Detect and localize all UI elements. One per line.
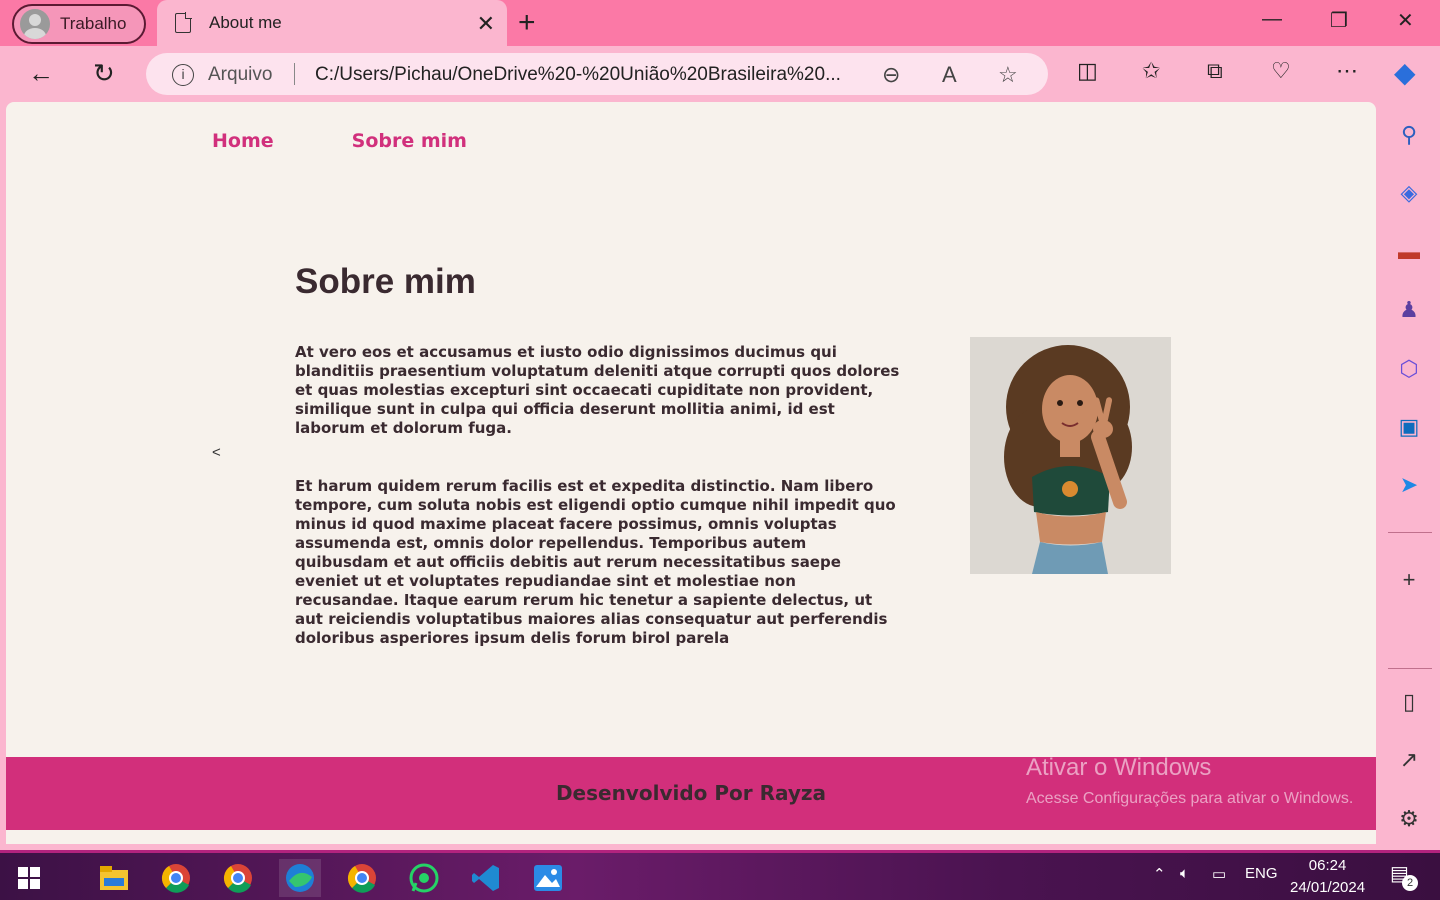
watermark-title: Ativar o Windows — [1026, 754, 1212, 781]
refresh-button[interactable]: ↻ — [93, 58, 115, 89]
sidebar-divider — [1388, 668, 1432, 669]
address-url[interactable]: C:/Users/Pichau/OneDrive%20-%20União%20B… — [315, 64, 841, 86]
whatsapp-icon[interactable] — [403, 859, 445, 897]
tab-title: About me — [209, 13, 282, 32]
tools-briefcase-icon[interactable]: ▬ — [1394, 237, 1424, 267]
chrome-profile-2-icon[interactable] — [341, 859, 383, 897]
windows-activation-watermark: Ativar o Windows Acesse Configurações pa… — [1026, 754, 1353, 808]
microsoft365-icon[interactable]: ⬡ — [1394, 354, 1424, 384]
info-icon[interactable]: i — [172, 64, 194, 86]
browser-toolbar: ← ↻ i Arquivo C:/Users/Pichau/OneDrive%2… — [0, 46, 1440, 102]
favorite-star-icon[interactable]: ☆ — [998, 62, 1018, 88]
drop-send-icon[interactable]: ➤ — [1394, 470, 1424, 500]
games-icon[interactable]: ♟ — [1394, 295, 1424, 325]
read-aloud-icon[interactable]: A — [942, 62, 957, 88]
more-options-icon[interactable]: ⋯ — [1336, 58, 1358, 84]
restore-button[interactable]: ❐ — [1330, 8, 1348, 33]
address-separator — [294, 63, 295, 85]
title-bar: Trabalho About me ✕ + — ❐ ✕ — [0, 0, 1440, 46]
volume-icon[interactable]: 🔈︎ — [1180, 865, 1189, 882]
shopping-tag-icon[interactable]: ◈ — [1394, 178, 1424, 208]
close-tab-icon[interactable]: ✕ — [477, 11, 495, 37]
browser-essentials-icon[interactable]: ♡ — [1271, 58, 1291, 84]
sidebar-settings-icon[interactable]: ⚙ — [1394, 804, 1424, 834]
page-title: Sobre mim — [295, 262, 476, 301]
profile-illustration — [970, 337, 1171, 574]
copilot-icon[interactable]: ◆ — [1394, 56, 1416, 89]
address-bar[interactable]: i Arquivo C:/Users/Pichau/OneDrive%20-%2… — [146, 53, 1048, 95]
sidebar-divider — [1388, 532, 1432, 533]
zoom-out-icon[interactable]: ⊖ — [882, 62, 900, 88]
edge-taskbar-icon[interactable] — [279, 859, 321, 897]
hide-sidebar-icon[interactable]: ▯ — [1394, 687, 1424, 717]
chrome-profile-r-icon[interactable] — [155, 859, 197, 897]
clock[interactable]: 06:24 24/01/2024 — [1290, 855, 1365, 899]
avatar — [20, 9, 50, 39]
site-nav: Home Sobre mim — [212, 130, 467, 152]
page-icon — [175, 12, 192, 33]
tab-about-me[interactable]: About me ✕ — [157, 0, 507, 46]
network-icon[interactable]: ▭ — [1212, 865, 1226, 883]
tray-overflow-icon[interactable]: ⌃ — [1153, 865, 1166, 883]
open-external-icon[interactable]: ↗ — [1394, 745, 1424, 775]
back-button[interactable]: ← — [28, 58, 54, 89]
notification-badge: 2 — [1402, 875, 1418, 891]
profile-label: Trabalho — [60, 14, 127, 33]
search-icon[interactable]: ⚲ — [1394, 120, 1424, 150]
close-window-button[interactable]: ✕ — [1397, 8, 1414, 33]
language-indicator[interactable]: ENG — [1245, 865, 1278, 882]
nav-link-home[interactable]: Home — [212, 130, 274, 152]
file-explorer-icon[interactable] — [93, 859, 135, 897]
collections-icon[interactable]: ⧉ — [1207, 58, 1223, 84]
outlook-icon[interactable]: ▣ — [1394, 412, 1424, 442]
illustration-svg — [970, 337, 1171, 574]
stray-character: < — [212, 444, 221, 461]
photos-icon[interactable] — [527, 859, 569, 897]
start-button[interactable] — [8, 859, 50, 897]
page-viewport: Home Sobre mim Sobre mim At vero eos et … — [6, 102, 1376, 844]
nav-link-sobre-mim[interactable]: Sobre mim — [352, 130, 467, 152]
watermark-subtitle: Acesse Configurações para ativar o Windo… — [1026, 790, 1354, 807]
notification-center-icon[interactable]: ▤ 2 — [1390, 861, 1418, 891]
profile-button[interactable]: Trabalho — [12, 4, 146, 44]
windows-logo-icon — [18, 867, 40, 889]
clock-date: 24/01/2024 — [1290, 879, 1366, 896]
clock-time: 06:24 — [1308, 857, 1347, 874]
windows-taskbar: ⌃ 🔈︎ ▭ ENG 06:24 24/01/2024 ▤ 2 — [0, 850, 1440, 900]
address-scheme: Arquivo — [208, 64, 273, 85]
new-tab-button[interactable]: + — [518, 6, 536, 40]
favorites-icon[interactable]: ✩ — [1142, 58, 1160, 84]
about-paragraph-2: Et harum quidem rerum facilis est et exp… — [295, 477, 896, 647]
vscode-icon[interactable] — [465, 859, 507, 897]
chrome-profile-icon[interactable] — [217, 859, 259, 897]
minimize-button[interactable]: — — [1262, 8, 1282, 31]
about-paragraph-1: At vero eos et accusamus et iusto odio d… — [295, 343, 900, 437]
edge-sidebar: ⚲ ◈ ▬ ♟ ⬡ ▣ ➤ + ▯ ↗ ⚙ — [1380, 102, 1440, 850]
add-app-icon[interactable]: + — [1394, 565, 1424, 595]
split-screen-icon[interactable]: ◫ — [1077, 58, 1098, 84]
